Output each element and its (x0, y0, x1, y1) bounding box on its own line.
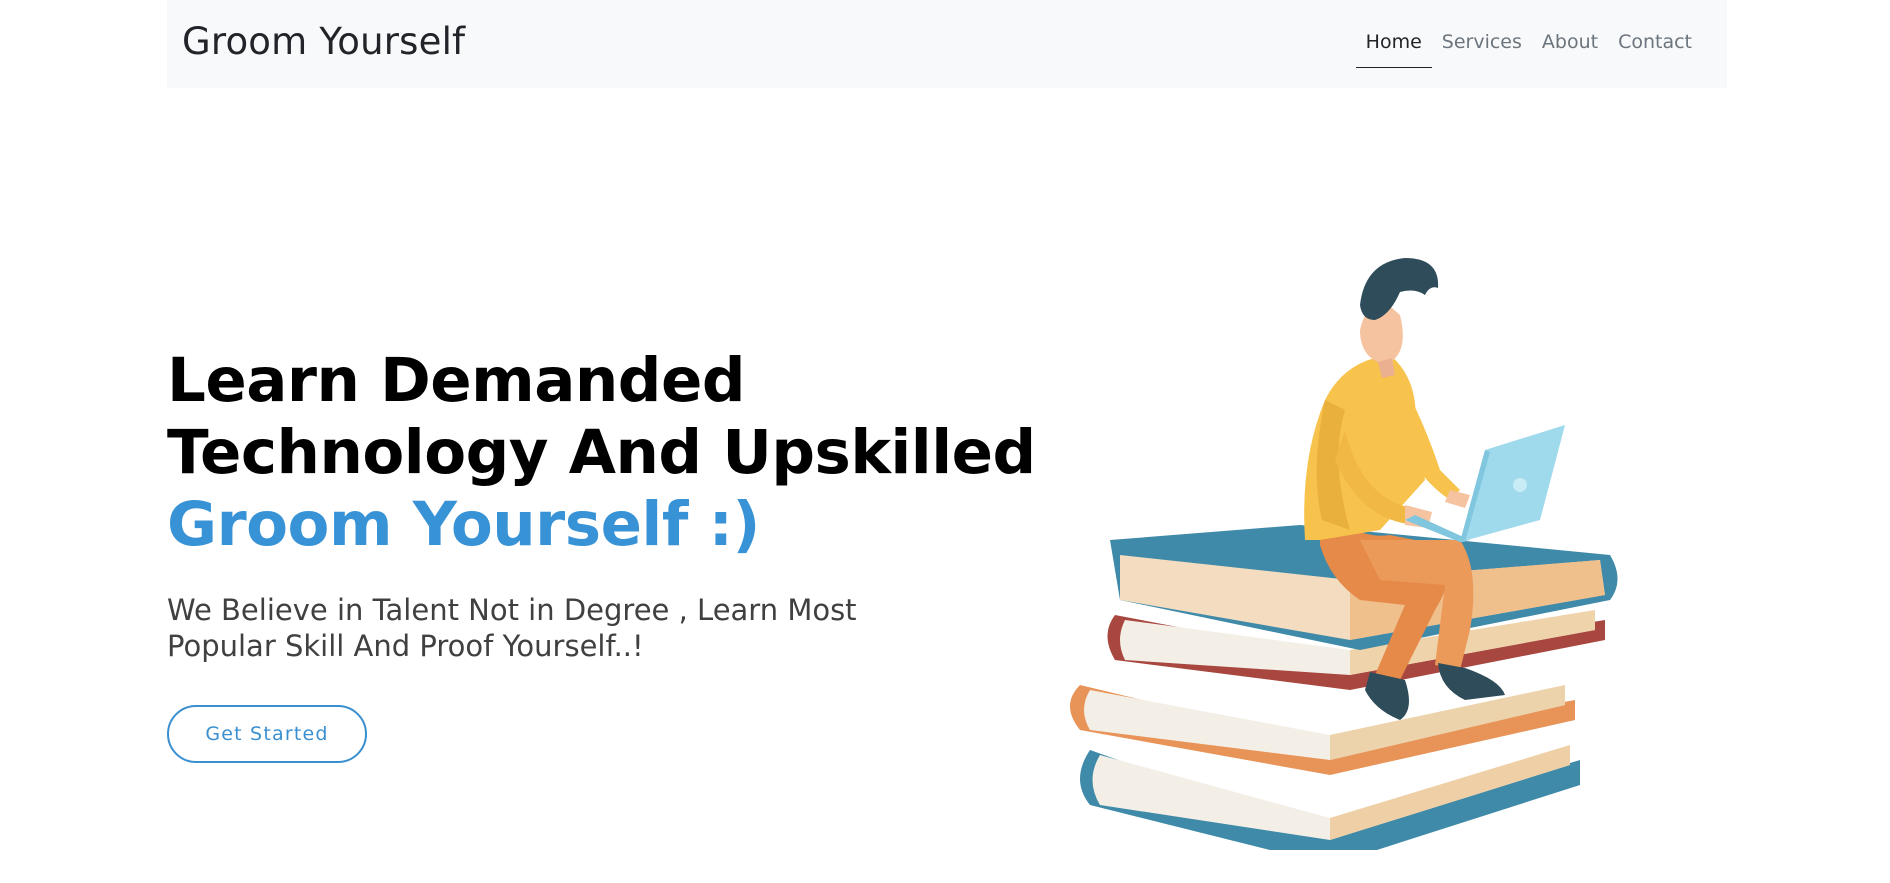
nav-link-home[interactable]: Home (1355, 31, 1432, 68)
nav-links: Home Services About Contact (1355, 31, 1702, 68)
hero-title-line-1: Learn Demanded (167, 345, 746, 416)
nav-link-about[interactable]: About (1532, 31, 1608, 68)
book-second (1070, 685, 1575, 775)
hero-title-line-2: Technology And Upskilled (167, 417, 1036, 488)
brand-logo[interactable]: Groom Yourself (182, 20, 465, 63)
hero-subtitle: We Believe in Talent Not in Degree , Lea… (167, 593, 857, 663)
nav-link-contact[interactable]: Contact (1608, 31, 1702, 68)
man-reading-on-books-illustration (1070, 258, 1618, 850)
nav-link-services[interactable]: Services (1432, 31, 1532, 68)
get-started-button[interactable]: Get Started (167, 705, 367, 763)
navbar: Groom Yourself Home Services About Conta… (167, 0, 1727, 88)
hero-title: Learn Demanded Technology And Upskilled … (167, 345, 1036, 561)
hero-title-accent: Groom Yourself :) (167, 489, 760, 560)
